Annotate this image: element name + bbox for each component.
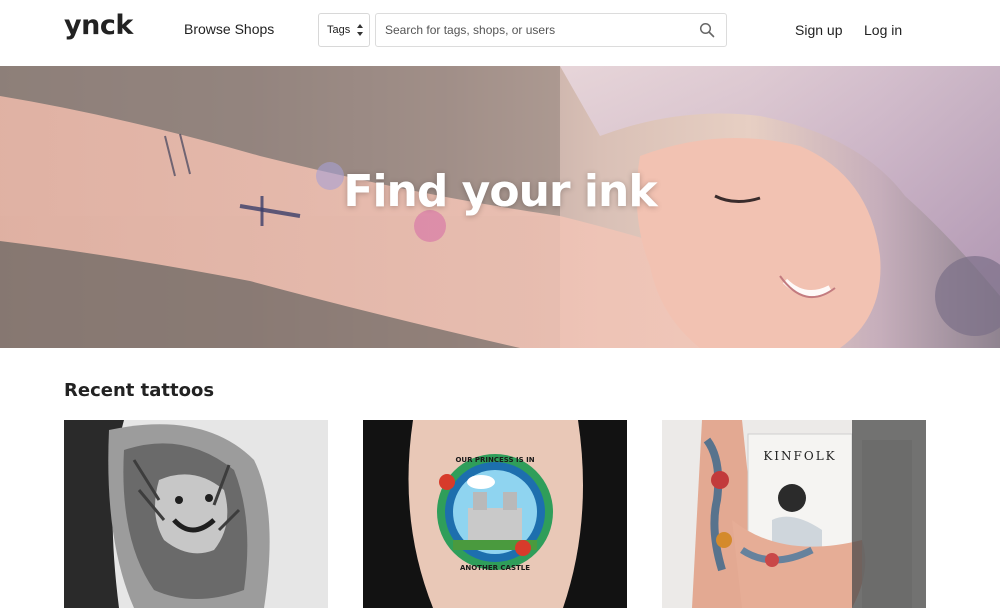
search-box <box>375 13 727 47</box>
castle-tattoo-image: OUR PRINCESS IS IN ANOTHER CASTLE <box>363 420 627 608</box>
search-input[interactable] <box>376 14 686 46</box>
lion-tattoo-image <box>64 420 328 608</box>
hero-banner: Find your ink <box>0 66 1000 348</box>
tattoo-card-magazine[interactable]: KINFOLK <box>662 420 926 608</box>
chevron-updown-icon <box>357 24 363 36</box>
site-header: ynck Browse Shops Tags Sign up Log in <box>0 0 1000 66</box>
recent-tattoos-heading: Recent tattoos <box>64 380 215 401</box>
signup-link[interactable]: Sign up <box>795 22 842 38</box>
search-icon[interactable] <box>699 22 715 38</box>
site-logo[interactable]: ynck <box>64 10 133 41</box>
browse-shops-link[interactable]: Browse Shops <box>184 21 274 37</box>
hero-title: Find your ink <box>343 166 657 217</box>
magazine-title: KINFOLK <box>763 449 836 463</box>
castle-arc-text-bottom: ANOTHER CASTLE <box>460 564 530 572</box>
tags-select[interactable]: Tags <box>318 13 370 47</box>
tattoo-card-castle[interactable]: OUR PRINCESS IS IN ANOTHER CASTLE <box>363 420 627 608</box>
tags-select-value: Tags <box>327 24 351 36</box>
login-link[interactable]: Log in <box>864 22 902 38</box>
castle-arc-text-top: OUR PRINCESS IS IN <box>455 456 534 464</box>
magazine-tattoo-image: KINFOLK <box>662 420 926 608</box>
tattoo-card-lion[interactable] <box>64 420 328 608</box>
